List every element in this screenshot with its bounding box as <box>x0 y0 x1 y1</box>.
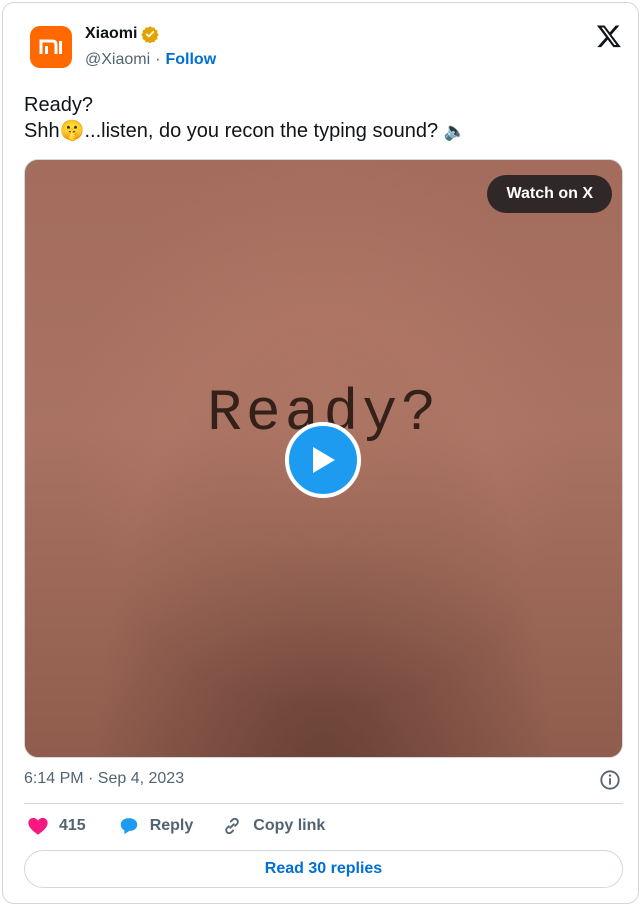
speaker-icon: 🔈 <box>443 121 467 141</box>
divider <box>24 803 623 804</box>
reply-bubble-icon <box>120 818 137 835</box>
likes-count: 415 <box>59 817 86 834</box>
tweet-line-2: Shh🤫...listen, do you recon the typing s… <box>24 120 467 142</box>
author-handle-row: @Xiaomi · Follow <box>85 51 216 69</box>
play-button[interactable] <box>285 422 361 498</box>
handle-separator: · <box>155 51 161 68</box>
info-icon[interactable] <box>599 769 621 791</box>
action-bar: 415 Reply Copy link <box>27 815 325 837</box>
watch-on-x-button[interactable]: Watch on X <box>487 175 612 213</box>
tweet-text: Ready? Shh🤫...listen, do you recon the t… <box>24 92 624 144</box>
tweet-timestamp[interactable]: 6:14 PM · Sep 4, 2023 <box>24 770 184 788</box>
reply-button[interactable]: Reply <box>118 815 194 837</box>
tweet-line-1: Ready? <box>24 94 93 116</box>
shushing-face-emoji: 🤫 <box>59 120 85 142</box>
author-name[interactable]: Xiaomi <box>85 25 137 43</box>
link-icon <box>225 817 240 835</box>
author-handle[interactable]: @Xiaomi <box>85 51 150 69</box>
heart-icon <box>28 817 48 835</box>
x-logo-icon[interactable] <box>596 23 622 49</box>
xiaomi-avatar[interactable] <box>30 26 72 68</box>
xiaomi-logo-icon <box>39 39 62 54</box>
read-replies-button[interactable]: Read 30 replies <box>24 850 623 888</box>
like-button[interactable]: 415 <box>27 815 86 837</box>
author-name-row: Xiaomi <box>85 25 160 43</box>
tweet-card: Xiaomi @Xiaomi · Follow Ready? Shh🤫...li… <box>2 2 639 904</box>
copy-link-label: Copy link <box>253 817 326 834</box>
reply-label: Reply <box>149 817 194 834</box>
copy-link-button[interactable]: Copy link <box>221 815 325 837</box>
video-media[interactable]: Ready? Watch on X <box>24 159 623 758</box>
verified-badge-icon <box>141 26 160 43</box>
follow-button[interactable]: Follow <box>165 51 216 69</box>
play-icon <box>313 447 335 473</box>
